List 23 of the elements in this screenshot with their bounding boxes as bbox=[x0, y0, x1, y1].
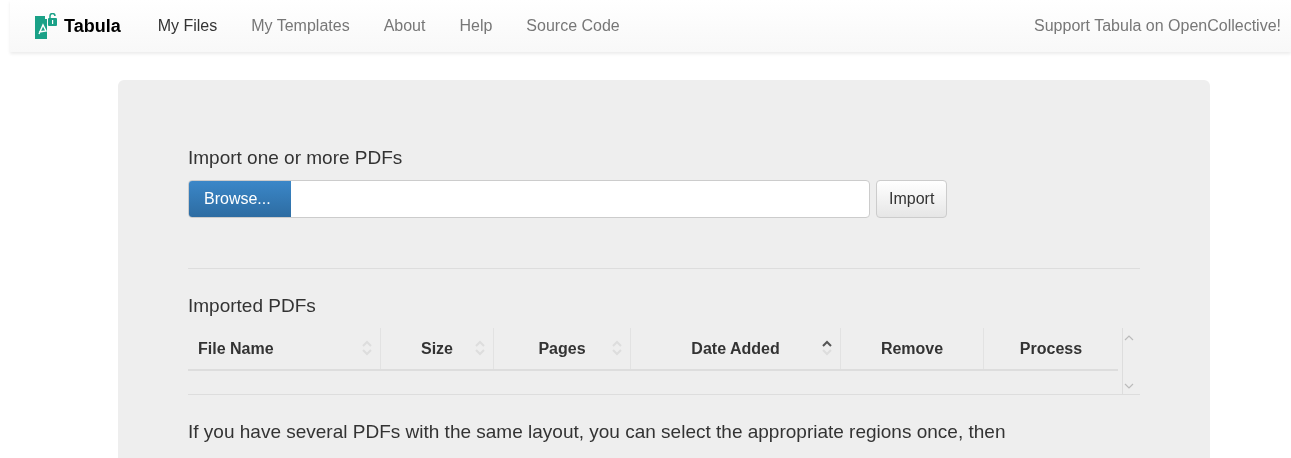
scroll-up-icon[interactable] bbox=[1124, 334, 1134, 342]
section-heading: Imported PDFs bbox=[188, 294, 317, 318]
scroll-down-icon[interactable] bbox=[1124, 382, 1134, 390]
intro-paragraph: If you have several PDFs with the same layout, you can select the appropriate regions once, then bbox=[188, 421, 1007, 443]
brand-link[interactable]: Tabula bbox=[64, 15, 121, 37]
nav-link[interactable]: My Files bbox=[140, 17, 235, 35]
support-link[interactable]: Support Tabula on OpenCollective! bbox=[1034, 17, 1281, 35]
section-heading: Import one or more PDFs bbox=[188, 146, 404, 170]
sort-icon bbox=[822, 340, 832, 356]
nav-link[interactable]: My Templates bbox=[234, 17, 367, 35]
scrollbar[interactable] bbox=[1122, 328, 1135, 394]
column-header[interactable]: Size bbox=[380, 328, 493, 369]
import-button[interactable]: Import bbox=[876, 180, 948, 218]
file-input[interactable]: Browse... bbox=[188, 180, 870, 218]
browse-button[interactable]: Browse... bbox=[189, 181, 291, 217]
column-header: Remove bbox=[840, 328, 983, 369]
column-header[interactable]: Pages bbox=[493, 328, 630, 369]
column-header[interactable]: Date Added bbox=[630, 328, 840, 369]
nav-link[interactable]: Help bbox=[442, 17, 510, 35]
nav-link[interactable]: Source Code bbox=[509, 17, 637, 35]
column-header: Process bbox=[983, 328, 1118, 369]
nav-link[interactable]: About bbox=[366, 17, 443, 35]
column-header[interactable]: File Name bbox=[188, 328, 380, 369]
